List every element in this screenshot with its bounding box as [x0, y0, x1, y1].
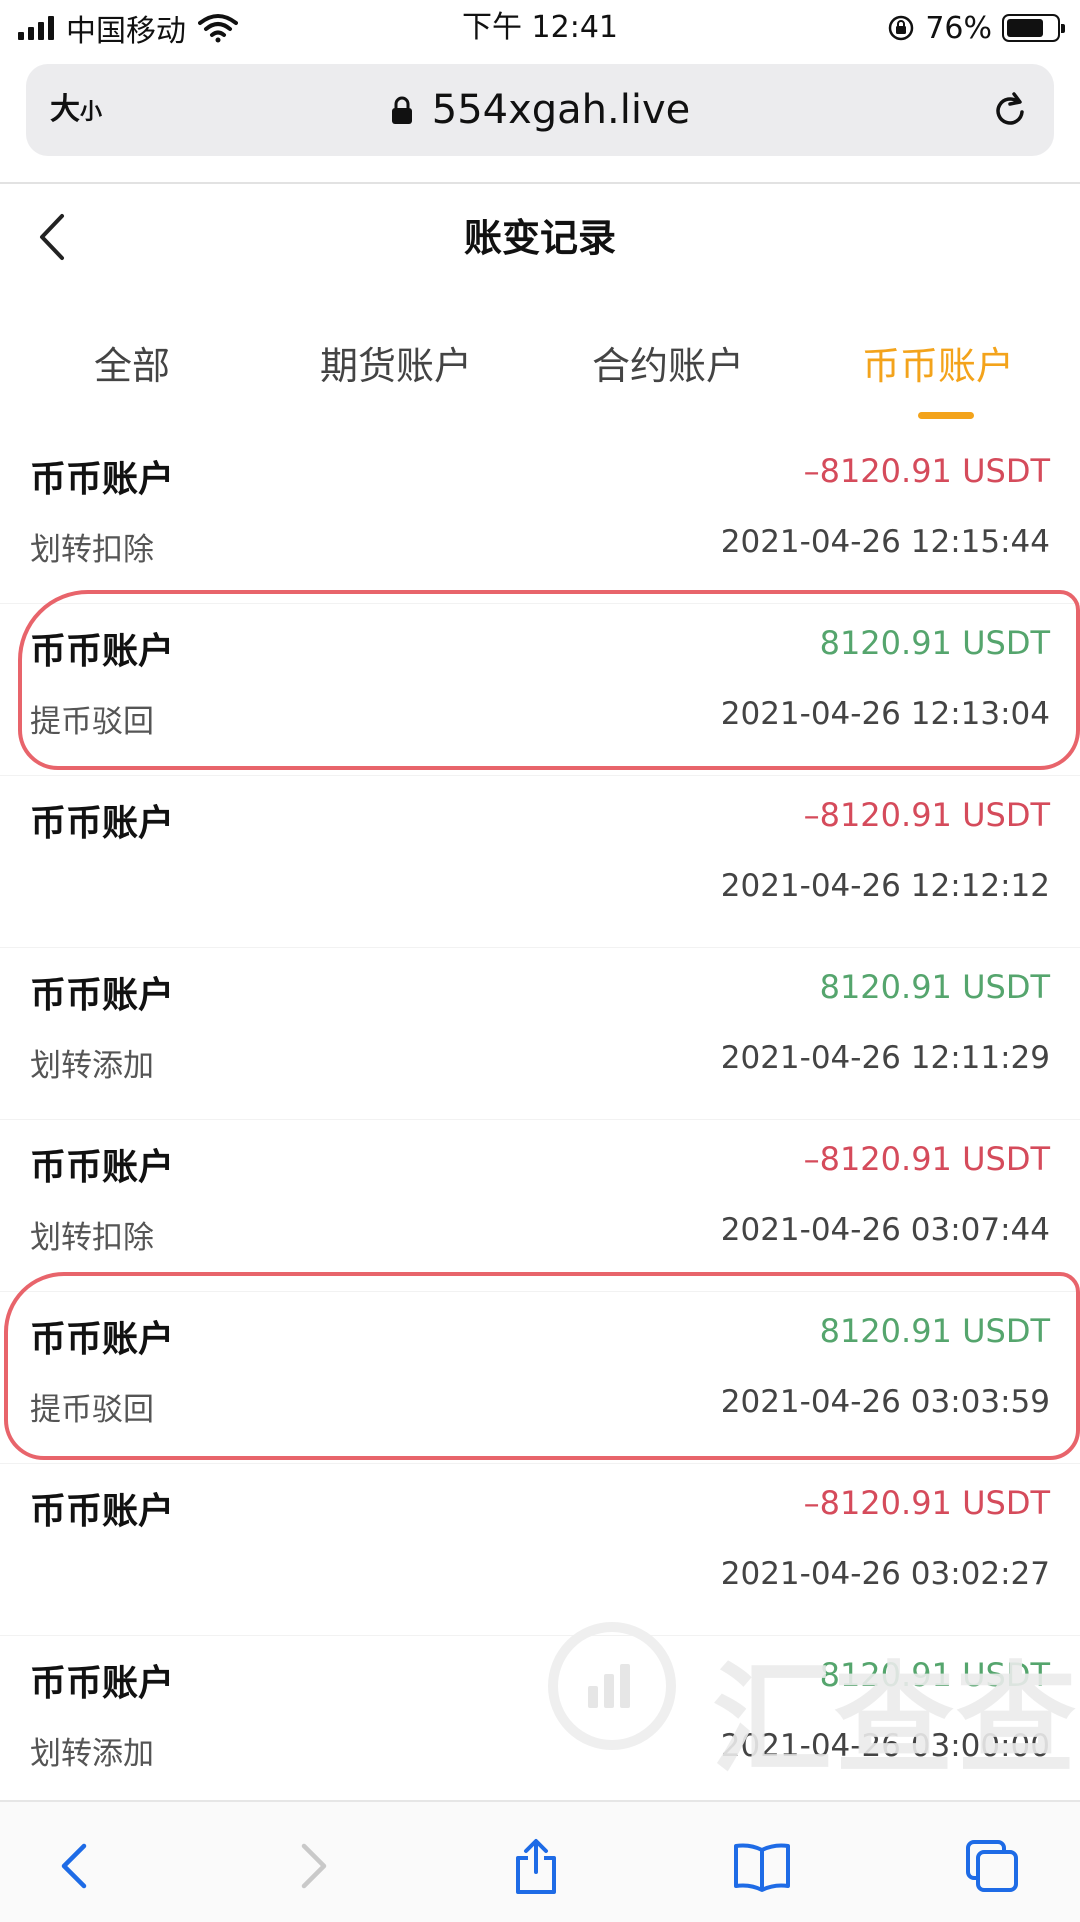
record-account: 币币账户: [30, 1147, 175, 1188]
record-amount: 8120.91 USDT: [819, 1312, 1050, 1350]
bookmarks-icon[interactable]: [732, 1836, 792, 1896]
record-time: 2021-04-26 12:12:12: [720, 868, 1050, 904]
divider: [0, 182, 1080, 184]
tab-contract-account[interactable]: 合约账户: [592, 336, 744, 396]
record-type: 划转添加: [30, 1736, 154, 1772]
record-account: 币币账户: [30, 1663, 175, 1704]
url-display[interactable]: 554xgah.live: [26, 64, 1054, 156]
reload-icon[interactable]: [988, 88, 1032, 132]
address-bar[interactable]: 大小 554xgah.live: [26, 64, 1054, 156]
watermark-bars: [588, 1664, 630, 1708]
record-account: 币币账户: [30, 459, 175, 500]
tab-futures-account[interactable]: 期货账户: [320, 336, 472, 396]
record-row[interactable]: 币币账户 8120.91 USDT 提币驳回 2021-04-26 12:13:04: [0, 604, 1080, 776]
share-icon[interactable]: [506, 1836, 566, 1896]
tab-spot-account[interactable]: 币币账户: [862, 336, 1014, 396]
record-amount: –8120.91 USDT: [803, 452, 1050, 490]
record-account: 币币账户: [30, 631, 175, 672]
record-row[interactable]: 币币账户 8120.91 USDT 提币驳回 2021-04-26 03:03:59: [0, 1292, 1080, 1464]
record-list: 币币账户 –8120.91 USDT 划转扣除 2021-04-26 12:15:44…: [0, 432, 1080, 1808]
url-text: 554xgah.live: [431, 87, 691, 133]
record-row[interactable]: 币币账户 –8120.91 USDT 划转扣除 2021-04-26 12:15:44: [0, 432, 1080, 604]
record-time: 2021-04-26 03:07:44: [720, 1212, 1050, 1248]
record-row[interactable]: 币币账户 8120.91 USDT 划转添加 2021-04-26 12:11:29: [0, 948, 1080, 1120]
record-row[interactable]: 币币账户 –8120.91 USDT 划转扣除 2021-04-26 03:07:44: [0, 1120, 1080, 1292]
back-icon[interactable]: [46, 1836, 106, 1896]
record-account: 币币账户: [30, 803, 175, 844]
rotation-lock-icon: [889, 15, 914, 41]
record-account: 币币账户: [30, 1319, 175, 1360]
record-amount: –8120.91 USDT: [803, 1484, 1050, 1522]
record-row[interactable]: 币币账户 –8120.91 USDT 2021-04-26 12:12:12: [0, 776, 1080, 948]
page-title: 账变记录: [463, 216, 616, 260]
record-row[interactable]: 币币账户 –8120.91 USDT 2021-04-26 03:02:27: [0, 1464, 1080, 1636]
active-tab-indicator: [918, 412, 974, 419]
record-time: 2021-04-26 12:15:44: [720, 524, 1050, 560]
record-type: 划转添加: [30, 1048, 154, 1084]
record-type: 划转扣除: [30, 1220, 154, 1256]
status-bar: 中国移动 下午 12:41 76%: [0, 0, 1080, 56]
record-amount: –8120.91 USDT: [803, 796, 1050, 834]
status-right: 76%: [887, 8, 1065, 48]
record-amount: 8120.91 USDT: [819, 968, 1050, 1006]
watermark-logo: 汇查查: [540, 1614, 1080, 1790]
tabs-icon[interactable]: [962, 1836, 1022, 1896]
record-type: 划转扣除: [30, 532, 154, 568]
record-time: 2021-04-26 03:02:27: [720, 1556, 1050, 1592]
record-amount: –8120.91 USDT: [803, 1140, 1050, 1178]
record-type: 提币驳回: [30, 1392, 154, 1428]
watermark-text: 汇查查: [712, 1651, 1078, 1790]
record-account: 币币账户: [30, 1491, 175, 1532]
record-type: 提币驳回: [30, 704, 154, 740]
record-time: 2021-04-26 03:03:59: [720, 1384, 1050, 1420]
forward-icon[interactable]: [282, 1836, 342, 1896]
record-time: 2021-04-26 12:11:29: [720, 1040, 1050, 1076]
browser-toolbar: [0, 1800, 1080, 1922]
record-amount: 8120.91 USDT: [819, 624, 1050, 662]
lock-icon: [391, 96, 412, 124]
record-account: 币币账户: [30, 975, 175, 1016]
tab-all[interactable]: 全部: [94, 336, 170, 396]
account-tabs: 全部 期货账户 合约账户 币币账户: [0, 336, 1080, 406]
battery-icon: [1002, 14, 1065, 42]
battery-percent: 76%: [925, 10, 992, 46]
record-time: 2021-04-26 12:13:04: [720, 696, 1050, 732]
battery-fill: [1007, 19, 1044, 37]
